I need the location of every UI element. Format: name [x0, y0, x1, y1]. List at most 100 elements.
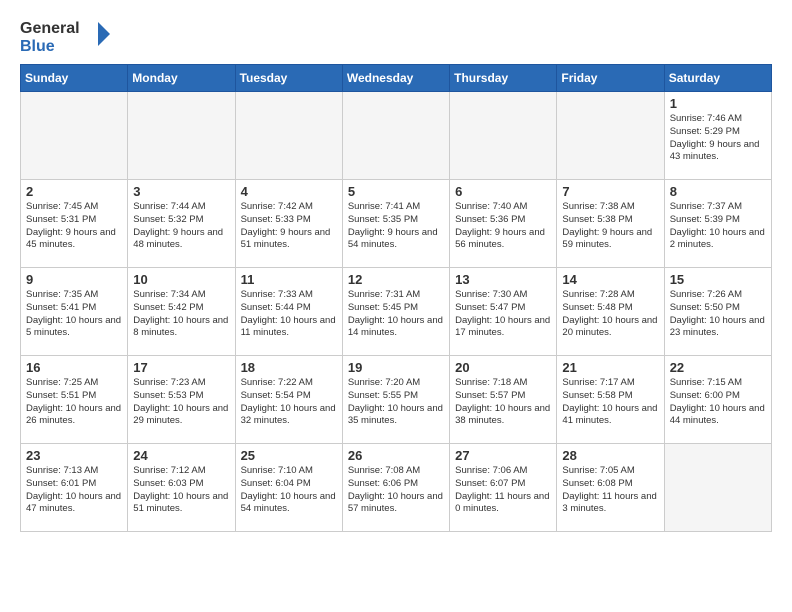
calendar-day-cell: 18 Sunrise: 7:22 AM Sunset: 5:54 PM Dayli…: [235, 356, 342, 444]
calendar-body: 1 Sunrise: 7:46 AM Sunset: 5:29 PM Daylig…: [21, 92, 772, 532]
day-number: 27: [455, 448, 551, 463]
logo: General Blue: [20, 16, 110, 54]
day-info: Sunrise: 7:23 AM Sunset: 5:53 PM Dayligh…: [133, 377, 229, 428]
calendar-day-cell: 26 Sunrise: 7:08 AM Sunset: 6:06 PM Dayli…: [342, 444, 449, 532]
calendar-day-cell: [450, 92, 557, 180]
day-number: 22: [670, 360, 766, 375]
day-info: Sunrise: 7:44 AM Sunset: 5:32 PM Dayligh…: [133, 201, 229, 252]
calendar-day-cell: 23Sunrise: 7:13 AM Sunset: 6:01 PM Dayli…: [21, 444, 128, 532]
day-number: 19: [348, 360, 444, 375]
weekday-header-row: SundayMondayTuesdayWednesdayThursdayFrid…: [21, 65, 772, 92]
day-info: Sunrise: 7:12 AM Sunset: 6:03 PM Dayligh…: [133, 465, 229, 516]
calendar-table: SundayMondayTuesdayWednesdayThursdayFrid…: [20, 64, 772, 532]
calendar-day-cell: 10 Sunrise: 7:34 AM Sunset: 5:42 PM Dayli…: [128, 268, 235, 356]
calendar-day-cell: [342, 92, 449, 180]
calendar-day-cell: 16Sunrise: 7:25 AM Sunset: 5:51 PM Dayli…: [21, 356, 128, 444]
calendar-day-cell: 21 Sunrise: 7:17 AM Sunset: 5:58 PM Dayli…: [557, 356, 664, 444]
day-number: 12: [348, 272, 444, 287]
day-number: 1: [670, 96, 766, 111]
calendar-day-cell: 19 Sunrise: 7:20 AM Sunset: 5:55 PM Dayli…: [342, 356, 449, 444]
day-number: 13: [455, 272, 551, 287]
day-info: Sunrise: 7:10 AM Sunset: 6:04 PM Dayligh…: [241, 465, 337, 516]
day-number: 8: [670, 184, 766, 199]
day-number: 28: [562, 448, 658, 463]
logo-svg: General Blue: [20, 16, 110, 54]
day-info: Sunrise: 7:22 AM Sunset: 5:54 PM Dayligh…: [241, 377, 337, 428]
calendar-day-cell: 15Sunrise: 7:26 AM Sunset: 5:50 PM Dayli…: [664, 268, 771, 356]
day-info: Sunrise: 7:46 AM Sunset: 5:29 PM Dayligh…: [670, 113, 766, 164]
calendar-day-cell: 25 Sunrise: 7:10 AM Sunset: 6:04 PM Dayli…: [235, 444, 342, 532]
calendar-day-cell: 8 Sunrise: 7:37 AM Sunset: 5:39 PM Daylig…: [664, 180, 771, 268]
day-number: 7: [562, 184, 658, 199]
day-info: Sunrise: 7:06 AM Sunset: 6:07 PM Dayligh…: [455, 465, 551, 516]
day-number: 11: [241, 272, 337, 287]
day-info: Sunrise: 7:33 AM Sunset: 5:44 PM Dayligh…: [241, 289, 337, 340]
calendar-day-cell: 20 Sunrise: 7:18 AM Sunset: 5:57 PM Dayli…: [450, 356, 557, 444]
svg-text:Blue: Blue: [20, 38, 55, 54]
calendar-week-row: 16Sunrise: 7:25 AM Sunset: 5:51 PM Dayli…: [21, 356, 772, 444]
day-number: 3: [133, 184, 229, 199]
day-info: Sunrise: 7:30 AM Sunset: 5:47 PM Dayligh…: [455, 289, 551, 340]
calendar-week-row: 23Sunrise: 7:13 AM Sunset: 6:01 PM Dayli…: [21, 444, 772, 532]
header: General Blue: [20, 16, 772, 54]
calendar-day-cell: 14 Sunrise: 7:28 AM Sunset: 5:48 PM Dayli…: [557, 268, 664, 356]
calendar-week-row: 1 Sunrise: 7:46 AM Sunset: 5:29 PM Daylig…: [21, 92, 772, 180]
calendar-day-cell: [235, 92, 342, 180]
weekday-header-cell: Thursday: [450, 65, 557, 92]
day-number: 9: [26, 272, 122, 287]
calendar-day-cell: 13 Sunrise: 7:30 AM Sunset: 5:47 PM Dayli…: [450, 268, 557, 356]
calendar-day-cell: 24Sunrise: 7:12 AM Sunset: 6:03 PM Dayli…: [128, 444, 235, 532]
calendar-day-cell: 28 Sunrise: 7:05 AM Sunset: 6:08 PM Dayli…: [557, 444, 664, 532]
calendar-day-cell: 6 Sunrise: 7:40 AM Sunset: 5:36 PM Daylig…: [450, 180, 557, 268]
day-info: Sunrise: 7:37 AM Sunset: 5:39 PM Dayligh…: [670, 201, 766, 252]
day-number: 10: [133, 272, 229, 287]
weekday-header-cell: Wednesday: [342, 65, 449, 92]
day-number: 20: [455, 360, 551, 375]
day-number: 26: [348, 448, 444, 463]
calendar-week-row: 9 Sunrise: 7:35 AM Sunset: 5:41 PM Daylig…: [21, 268, 772, 356]
weekday-header-cell: Monday: [128, 65, 235, 92]
calendar-week-row: 2Sunrise: 7:45 AM Sunset: 5:31 PM Daylig…: [21, 180, 772, 268]
day-number: 5: [348, 184, 444, 199]
day-info: Sunrise: 7:25 AM Sunset: 5:51 PM Dayligh…: [26, 377, 122, 428]
calendar-day-cell: [21, 92, 128, 180]
day-number: 14: [562, 272, 658, 287]
day-info: Sunrise: 7:08 AM Sunset: 6:06 PM Dayligh…: [348, 465, 444, 516]
day-number: 4: [241, 184, 337, 199]
calendar-day-cell: [664, 444, 771, 532]
calendar-day-cell: 11 Sunrise: 7:33 AM Sunset: 5:44 PM Dayli…: [235, 268, 342, 356]
day-number: 2: [26, 184, 122, 199]
calendar-day-cell: 4Sunrise: 7:42 AM Sunset: 5:33 PM Daylig…: [235, 180, 342, 268]
calendar-day-cell: 2Sunrise: 7:45 AM Sunset: 5:31 PM Daylig…: [21, 180, 128, 268]
day-info: Sunrise: 7:31 AM Sunset: 5:45 PM Dayligh…: [348, 289, 444, 340]
day-info: Sunrise: 7:18 AM Sunset: 5:57 PM Dayligh…: [455, 377, 551, 428]
day-info: Sunrise: 7:05 AM Sunset: 6:08 PM Dayligh…: [562, 465, 658, 516]
calendar-day-cell: 1 Sunrise: 7:46 AM Sunset: 5:29 PM Daylig…: [664, 92, 771, 180]
day-info: Sunrise: 7:34 AM Sunset: 5:42 PM Dayligh…: [133, 289, 229, 340]
day-number: 15: [670, 272, 766, 287]
weekday-header-cell: Tuesday: [235, 65, 342, 92]
day-number: 17: [133, 360, 229, 375]
calendar-day-cell: 7 Sunrise: 7:38 AM Sunset: 5:38 PM Daylig…: [557, 180, 664, 268]
day-number: 6: [455, 184, 551, 199]
weekday-header-cell: Saturday: [664, 65, 771, 92]
calendar-day-cell: 22Sunrise: 7:15 AM Sunset: 6:00 PM Dayli…: [664, 356, 771, 444]
day-info: Sunrise: 7:17 AM Sunset: 5:58 PM Dayligh…: [562, 377, 658, 428]
day-info: Sunrise: 7:40 AM Sunset: 5:36 PM Dayligh…: [455, 201, 551, 252]
calendar-day-cell: 12 Sunrise: 7:31 AM Sunset: 5:45 PM Dayli…: [342, 268, 449, 356]
day-info: Sunrise: 7:41 AM Sunset: 5:35 PM Dayligh…: [348, 201, 444, 252]
svg-text:General: General: [20, 20, 80, 37]
calendar-day-cell: [557, 92, 664, 180]
day-number: 21: [562, 360, 658, 375]
day-info: Sunrise: 7:38 AM Sunset: 5:38 PM Dayligh…: [562, 201, 658, 252]
day-number: 25: [241, 448, 337, 463]
calendar-day-cell: 17 Sunrise: 7:23 AM Sunset: 5:53 PM Dayli…: [128, 356, 235, 444]
weekday-header-cell: Friday: [557, 65, 664, 92]
calendar-day-cell: 9 Sunrise: 7:35 AM Sunset: 5:41 PM Daylig…: [21, 268, 128, 356]
weekday-header-cell: Sunday: [21, 65, 128, 92]
day-info: Sunrise: 7:28 AM Sunset: 5:48 PM Dayligh…: [562, 289, 658, 340]
day-info: Sunrise: 7:20 AM Sunset: 5:55 PM Dayligh…: [348, 377, 444, 428]
day-info: Sunrise: 7:35 AM Sunset: 5:41 PM Dayligh…: [26, 289, 122, 340]
day-number: 18: [241, 360, 337, 375]
calendar-day-cell: 5 Sunrise: 7:41 AM Sunset: 5:35 PM Daylig…: [342, 180, 449, 268]
